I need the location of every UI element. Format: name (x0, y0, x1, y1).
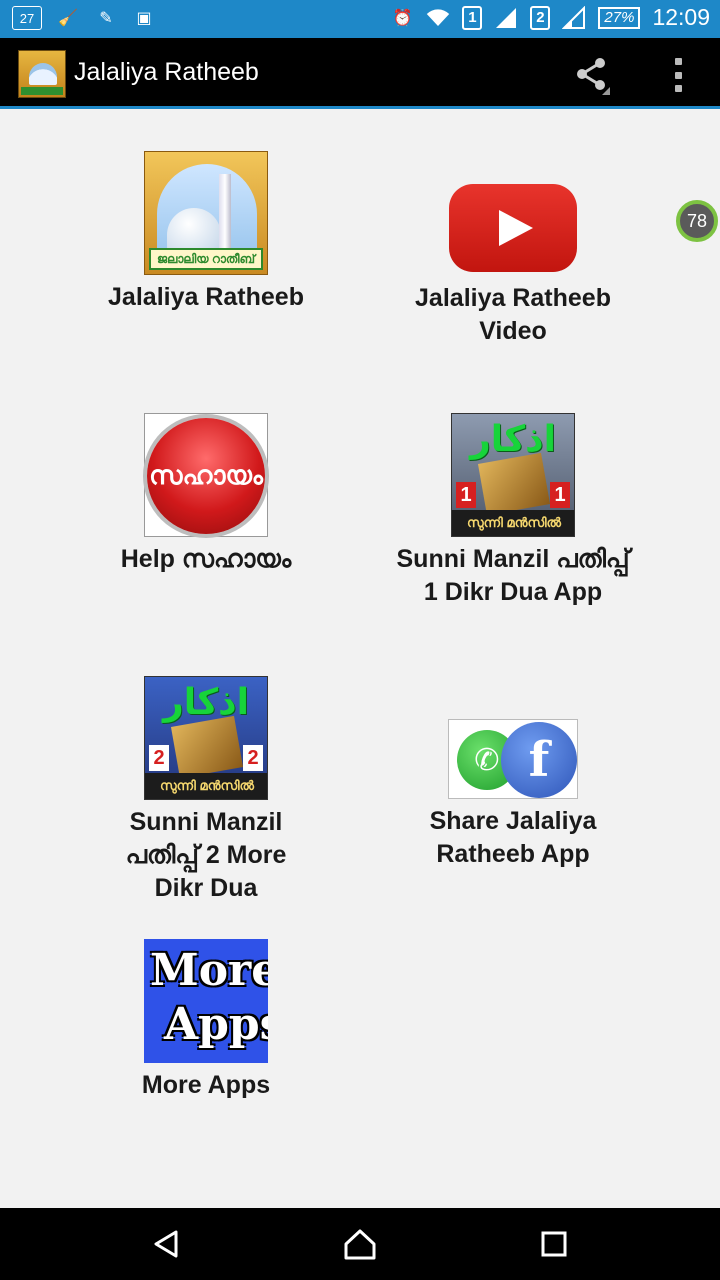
signal-icon (494, 6, 518, 30)
app-bar-divider (0, 106, 720, 109)
tile-label: Jalaliya Ratheeb (108, 283, 304, 311)
tile-sunni-manzil-2[interactable]: اذكار 2 2 സുന്നി മൻസിൽ Sunni Manzil പതിപ… (56, 676, 356, 905)
cleaner-icon: 🧹 (58, 10, 78, 27)
youtube-icon[interactable] (449, 184, 577, 272)
sim2-icon: 2 (530, 5, 551, 30)
tile-jalaliya-ratheeb-video[interactable]: Jalaliya Ratheeb Video (363, 184, 663, 348)
navigation-bar (0, 1208, 720, 1280)
help-button-icon[interactable]: സഹായം (144, 413, 268, 537)
alarm-icon: ⏰ (392, 9, 413, 27)
sim1-icon: 1 (462, 5, 483, 30)
status-bar: 27 🧹 ✎ ▣ ⏰ 1 2 27% 12:09 (0, 0, 720, 38)
broom-icon: ✎ (99, 10, 113, 27)
tile-label: Jalaliya Ratheeb Video (415, 284, 611, 345)
app-bar: Jalaliya Ratheeb (0, 38, 720, 108)
tile-more-apps[interactable]: More Apps More Apps (56, 939, 356, 1102)
tile-help[interactable]: സഹായം Help സഹായം (56, 413, 356, 576)
tile-jalaliya-ratheeb[interactable]: ജലാലിയ റാതീബ് Jalaliya Ratheeb (56, 151, 356, 314)
tile-sunni-manzil-1[interactable]: اذكار 1 1 സുന്നി മൻസിൽ Sunni Manzil പതിപ… (363, 413, 663, 609)
sunni-manzil-1-icon[interactable]: اذكار 1 1 സുന്നി മൻസിൽ (451, 413, 575, 537)
clock: 12:09 (652, 4, 710, 30)
share-icon[interactable] (572, 55, 612, 95)
app-title: Jalaliya Ratheeb (74, 58, 259, 86)
image-icon: ▣ (136, 10, 152, 27)
tile-label: Help സഹായം (120, 545, 292, 573)
overflow-menu-icon[interactable] (668, 58, 688, 92)
tile-label: Sunni Manzil പതിപ്പ് 1 Dikr Dua App (396, 545, 630, 606)
tile-label: Share Jalaliya Ratheeb App (429, 807, 597, 868)
recents-icon[interactable] (530, 1222, 578, 1266)
wifi-icon (426, 6, 450, 30)
back-icon[interactable] (142, 1222, 190, 1266)
more-apps-icon[interactable]: More Apps (144, 939, 268, 1063)
sunni-manzil-2-icon[interactable]: اذكار 2 2 സുന്നി മൻസിൽ (144, 676, 268, 800)
jalaliya-ratheeb-icon[interactable]: ജലാലിയ റാതീബ് (144, 151, 268, 275)
notification-count-icon: 27 (12, 6, 42, 30)
whatsapp-facebook-icon[interactable]: ✆ f (448, 719, 578, 799)
tile-label: Sunni Manzil പതിപ്പ് 2 More Dikr Dua (125, 808, 287, 902)
app-logo-icon (18, 50, 66, 98)
tile-share-app[interactable]: ✆ f Share Jalaliya Ratheeb App (363, 719, 663, 871)
battery-indicator: 27% (598, 6, 641, 29)
signal-weak-icon (562, 5, 586, 30)
facebook-icon: f (501, 722, 577, 798)
home-icon[interactable] (336, 1222, 384, 1266)
tile-label: More Apps (141, 1071, 271, 1099)
floating-ram-badge[interactable]: 78 (676, 200, 718, 242)
